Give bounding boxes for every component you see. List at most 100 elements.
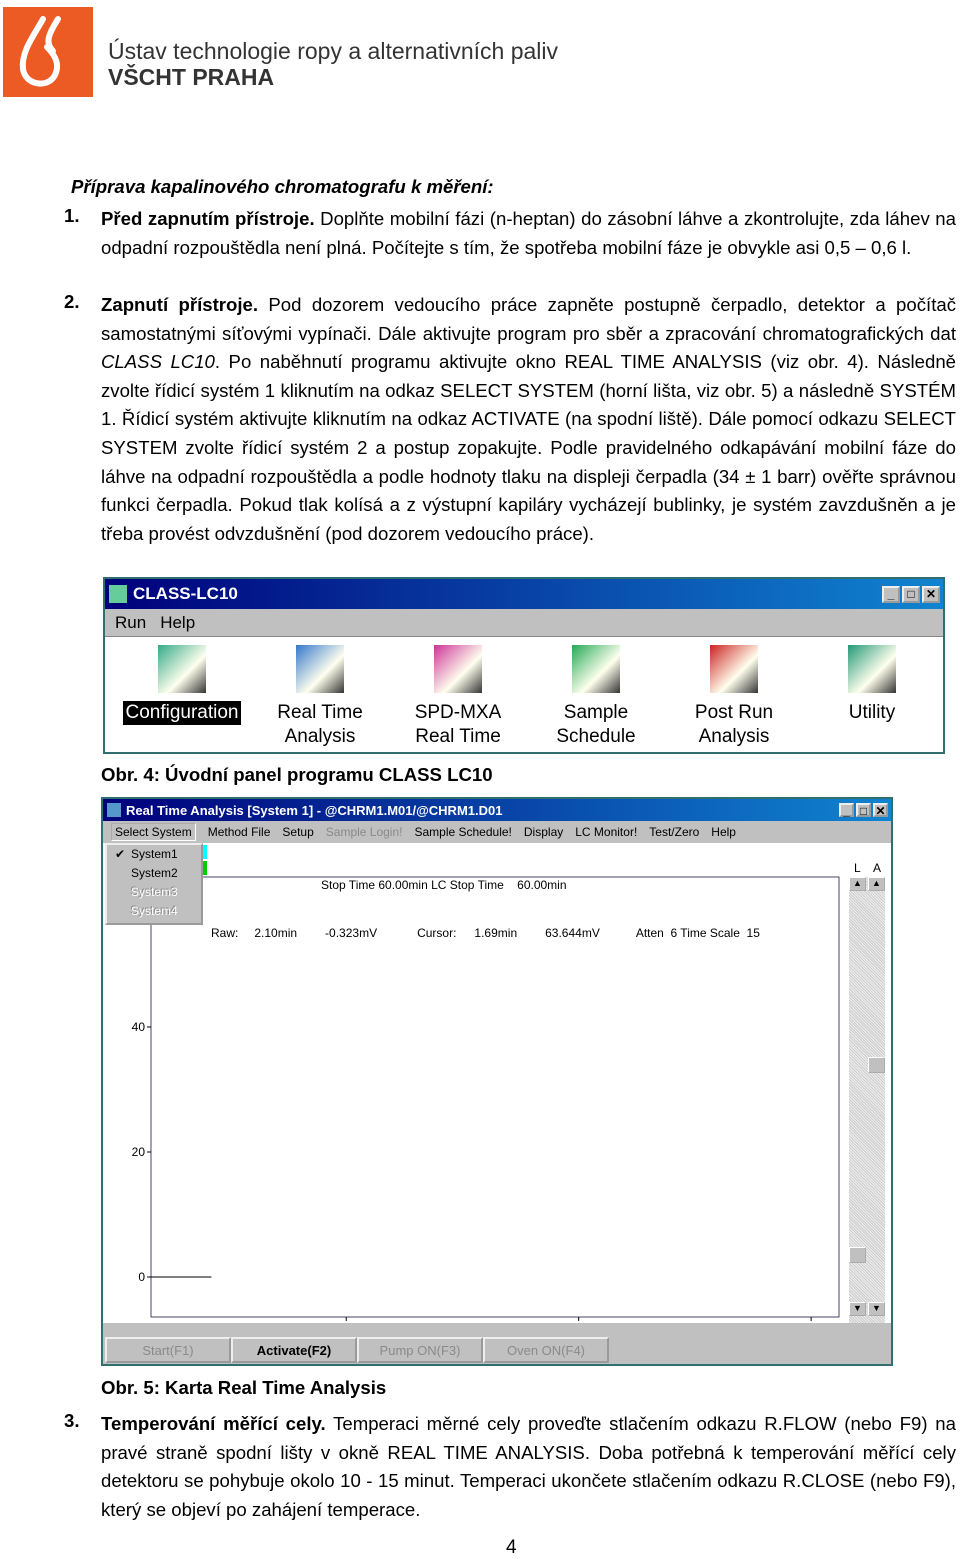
x-tick-label: 15 bbox=[804, 1322, 818, 1323]
menu-lc-monitor[interactable]: LC Monitor! bbox=[575, 825, 637, 839]
post-run-icon bbox=[710, 645, 758, 693]
menu-display[interactable]: Display bbox=[524, 825, 563, 839]
function-button-activate-f2[interactable]: Activate(F2) bbox=[231, 1337, 357, 1363]
launcher-label: Utility bbox=[848, 702, 896, 723]
window-title: CLASS-LC10 bbox=[133, 584, 238, 603]
minimize-button[interactable]: _ bbox=[839, 803, 854, 817]
menu-setup[interactable]: Setup bbox=[282, 825, 313, 839]
dropdown-item-system1[interactable]: ✔ System1 bbox=[107, 847, 201, 866]
scroll-up-l-button[interactable]: ▲ bbox=[849, 877, 866, 891]
maximize-button[interactable]: □ bbox=[856, 803, 871, 817]
item-3: Temperování měřící cely. Temperaci měrné… bbox=[101, 1410, 956, 1524]
app-icon bbox=[107, 803, 121, 817]
check-icon bbox=[115, 885, 125, 904]
dropdown-label: System2 bbox=[131, 866, 178, 880]
launcher-computer-config[interactable]: Configuration bbox=[117, 645, 247, 752]
launcher-spectrum-timer[interactable]: SPD-MXA Real Time bbox=[393, 645, 523, 752]
menu-test-zero[interactable]: Test/Zero bbox=[649, 825, 699, 839]
check-icon: ✔ bbox=[115, 847, 126, 861]
scroll-down-l-button[interactable]: ▼ bbox=[849, 1302, 866, 1316]
scroll-thumb-a[interactable] bbox=[868, 1057, 885, 1073]
maximize-button[interactable]: □ bbox=[902, 585, 920, 603]
item-title: Temperování měřící cely. bbox=[101, 1413, 326, 1434]
menu-bar: Run Help bbox=[105, 609, 943, 637]
item-2: Zapnutí přístroje. Pod dozorem vedoucího… bbox=[101, 291, 956, 548]
launcher-chromatogram-timer[interactable]: Real Time Analysis bbox=[255, 645, 385, 752]
item-text: . Po naběhnutí programu aktivujte okno R… bbox=[101, 351, 956, 544]
chart-area: 0 20 40 5 10 15 Stop Time 60.00min LC Stop Ti… bbox=[103, 843, 891, 1336]
minimize-button[interactable]: _ bbox=[882, 585, 900, 603]
figure-caption: Obr. 5: Karta Real Time Analysis bbox=[101, 1377, 387, 1398]
dropdown-item-system2[interactable]: System2 bbox=[107, 866, 201, 885]
dropdown-label: System1 bbox=[131, 847, 178, 861]
launcher-label: Analysis bbox=[284, 726, 356, 747]
item-italic: CLASS LC10 bbox=[101, 351, 215, 373]
close-button[interactable]: ✕ bbox=[922, 585, 940, 603]
figure-caption: Obr. 4: Úvodní panel programu CLASS LC10 bbox=[101, 764, 493, 785]
dropdown-label: System3 bbox=[131, 885, 178, 899]
status-value: -0.323mV bbox=[325, 926, 378, 940]
launcher-label: SPD-MXA bbox=[414, 702, 502, 723]
y-tick-label: 0 bbox=[138, 1270, 145, 1284]
item-title: Zapnutí přístroje. bbox=[101, 294, 259, 315]
scroll-label-a: A bbox=[873, 861, 882, 875]
function-button-oven-on-f4[interactable]: Oven ON(F4) bbox=[483, 1337, 609, 1363]
item-1: Před zapnutím přístroje. Doplňte mobilní… bbox=[101, 205, 956, 262]
launcher-label: Real Time bbox=[277, 702, 363, 723]
schedule-flask-icon bbox=[572, 645, 620, 693]
page-number: 4 bbox=[506, 1537, 517, 1558]
launcher-label: Configuration bbox=[123, 701, 241, 725]
close-button[interactable]: ✕ bbox=[873, 803, 888, 817]
icon-panel: Configuration Real Time Analysis SPD-MXA Rea… bbox=[105, 637, 943, 752]
item-number: 1. bbox=[64, 205, 80, 226]
computer-config-icon bbox=[158, 645, 206, 693]
function-button-pump-on-f3[interactable]: Pump ON(F3) bbox=[357, 1337, 483, 1363]
school-name: VŠCHT PRAHA bbox=[108, 64, 275, 90]
window-title: Real Time Analysis [System 1] - @CHRM1.M… bbox=[126, 802, 503, 818]
x-tick-label: 10 bbox=[572, 1322, 586, 1323]
launcher-label: Post Run bbox=[694, 702, 774, 723]
scroll-thumb-l[interactable] bbox=[849, 1247, 866, 1263]
item-title: Před zapnutím přístroje. bbox=[101, 208, 315, 229]
launcher-label: Analysis bbox=[698, 726, 770, 747]
select-system-dropdown: ✔ System1 System2 System3 System4 bbox=[105, 843, 203, 925]
scroll-down-a-button[interactable]: ▼ bbox=[868, 1302, 885, 1316]
menu-method-file[interactable]: Method File bbox=[208, 825, 271, 839]
check-icon bbox=[115, 866, 125, 885]
y-tick-label: 40 bbox=[132, 1020, 146, 1034]
status-text: Raw: bbox=[211, 926, 239, 940]
launcher-post-run[interactable]: Post Run Analysis bbox=[669, 645, 799, 752]
menu-sample-schedule[interactable]: Sample Schedule! bbox=[414, 825, 511, 839]
launcher-utility[interactable]: Utility bbox=[807, 645, 937, 752]
utility-icon bbox=[848, 645, 896, 693]
function-button-start-f1[interactable]: Start(F1) bbox=[105, 1337, 231, 1363]
chromatogram-timer-icon bbox=[296, 645, 344, 693]
title-bar: Real Time Analysis [System 1] - @CHRM1.M… bbox=[103, 799, 891, 821]
menu-bar: Select System Method File Setup Sample Logi… bbox=[103, 821, 891, 843]
scroll-up-a-button[interactable]: ▲ bbox=[868, 877, 885, 891]
dropdown-item-system3[interactable]: System3 bbox=[107, 885, 201, 904]
institute-name: Ústav technologie ropy a alternativních … bbox=[108, 38, 559, 64]
vscht-logo bbox=[3, 7, 93, 97]
function-button-bar: Start(F1) Activate(F2) Pump ON(F3) Oven ON(… bbox=[105, 1337, 609, 1363]
menu-run[interactable]: Run bbox=[115, 613, 146, 633]
status-text: LC Stop Time bbox=[431, 878, 504, 892]
status-lines: Stop Time 60.00min LC Stop Time 60.00min… bbox=[211, 845, 760, 973]
y-tick-label: 20 bbox=[132, 1145, 146, 1159]
launcher-schedule-flask[interactable]: Sample Schedule bbox=[531, 645, 661, 752]
menu-help[interactable]: Help bbox=[160, 613, 195, 633]
x-tick-label: 5 bbox=[343, 1322, 350, 1323]
dropdown-label: System4 bbox=[131, 904, 178, 918]
status-text: Stop Time bbox=[321, 878, 376, 892]
title-bar: CLASS-LC10 _ □ ✕ bbox=[105, 579, 943, 609]
status-value: Atten 6 Time Scale 15 bbox=[635, 926, 760, 940]
dropdown-item-system4[interactable]: System4 bbox=[107, 904, 201, 923]
class-lc10-window: CLASS-LC10 _ □ ✕ Run Help Configuration Rea… bbox=[103, 577, 945, 754]
status-text: Cursor: bbox=[417, 926, 457, 940]
menu-help[interactable]: Help bbox=[711, 825, 736, 839]
scroll-label-l: L bbox=[854, 861, 861, 875]
menu-sample-login[interactable]: Sample Login! bbox=[326, 825, 403, 839]
launcher-label: Real Time bbox=[415, 726, 501, 747]
vertical-scrollbar[interactable]: ▲ ▲ ▼ ▼ bbox=[849, 877, 885, 1323]
menu-select-system[interactable]: Select System bbox=[111, 823, 196, 841]
